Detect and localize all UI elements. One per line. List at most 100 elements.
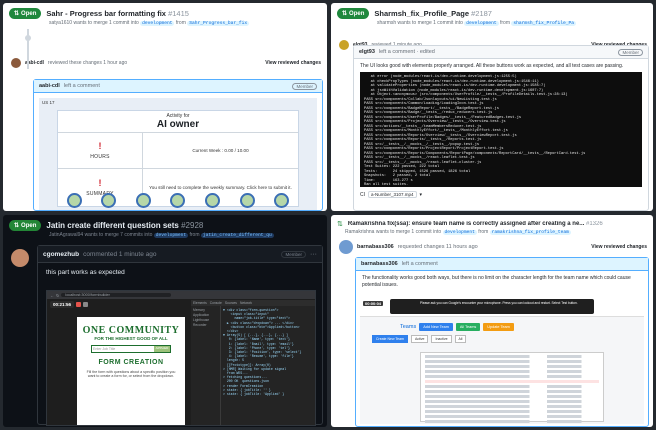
member-badge: Member [281, 250, 306, 258]
reload-icon[interactable]: ↻ [56, 293, 59, 298]
team-row[interactable] [425, 410, 599, 413]
avatar[interactable] [11, 249, 29, 267]
head-branch[interactable]: jatin_create_different_qu [200, 233, 274, 238]
team-row[interactable] [425, 380, 599, 383]
update-team-button[interactable]: Update Team [483, 323, 514, 331]
add-new-team-button[interactable]: Add New Team [419, 323, 453, 331]
badge-icon [274, 192, 290, 208]
base-branch[interactable]: development [464, 21, 499, 26]
team-row[interactable] [425, 385, 599, 388]
team-filter-tab[interactable]: Inactive [431, 335, 452, 343]
address-bar[interactable]: localhost:3000/formbuilder [61, 293, 172, 297]
job-title-input[interactable]: Enter Job Title [92, 346, 154, 352]
team-row[interactable] [425, 400, 599, 403]
back-icon[interactable]: ← [50, 293, 54, 298]
base-branch[interactable]: development [140, 21, 175, 26]
pr-subtitle: satya1610 wants to merge 1 commit into d… [49, 20, 250, 26]
recording-controls: 00:21:56 [50, 301, 89, 308]
avatar[interactable] [11, 58, 21, 68]
head-branch[interactable]: sharmsh_fix_Profile_Pa [511, 21, 577, 26]
alert-icon: ! [98, 177, 102, 188]
comment: cgomezhub commented 1 minute ago Member … [37, 245, 323, 426]
badge-icon [205, 192, 221, 208]
head-branch[interactable]: Sahr_Progress_bar_fix [187, 21, 250, 26]
review-comment: barnabass306 left a comment The function… [355, 257, 649, 427]
comment-header: cgomezhub commented 1 minute ago Member … [38, 246, 322, 263]
head-branch[interactable]: ramakrishna_fix_profile_team [489, 230, 571, 235]
applied-button[interactable]: APPLIED [154, 346, 170, 352]
team-row[interactable] [425, 375, 599, 378]
devtools-tab[interactable]: Sources [225, 301, 237, 305]
stop-icon[interactable] [76, 302, 82, 307]
screenshot-attachment[interactable]: 00:00:04 Please ask you can Google's enc… [360, 296, 644, 424]
avatar[interactable] [339, 40, 349, 50]
devtools-tab[interactable]: Elements [193, 301, 207, 305]
view-reviewed-changes-button[interactable]: View reviewed changes [591, 244, 647, 250]
pause-icon[interactable] [83, 302, 89, 307]
pr-title[interactable]: Ramakrishna fix(ssa): ensure team name i… [348, 221, 603, 227]
team-row[interactable] [425, 415, 599, 418]
reviewer-name[interactable]: barnabass306 [357, 244, 394, 250]
team-filter-tab[interactable]: Create New Team [372, 335, 408, 343]
pr-panel-progress-bar: ⇅ Open Sahr - Progress bar formatting fix… [3, 3, 327, 211]
team-filter-tab[interactable]: Active [410, 335, 429, 343]
member-badge: Member [618, 48, 643, 56]
comment-author[interactable]: cgomezhub [43, 251, 79, 258]
pr-number: #1415 [168, 9, 189, 18]
pr-subtitle: JatinAgrawal94 wants to merge 7 commits … [49, 232, 274, 238]
team-row[interactable] [425, 360, 599, 363]
view-reviewed-changes-button[interactable]: View reviewed changes [265, 60, 321, 66]
comment-text: The UI looks good with elements properly… [360, 63, 624, 69]
ci-attachment: CI a-Number_3107.mp4 ▾ [360, 191, 423, 198]
pull-request-icon: ⇅ [14, 223, 20, 229]
pr-header: ⇅ Open Jatin create different question se… [3, 215, 327, 231]
pr-header: ⇅ Ramakrishna fix(ssa): ensure team name… [331, 215, 653, 228]
comment-author[interactable]: aabi-cdl [39, 83, 60, 89]
review-line: barnabass306 requested changes 11 hours … [331, 235, 653, 254]
badge-row [57, 192, 299, 208]
app-topbar: 00:00:04 Please ask you can Google's enc… [360, 296, 644, 317]
commit-dot-icon [25, 35, 31, 41]
base-branch[interactable]: development [153, 233, 189, 238]
team-row[interactable] [425, 395, 599, 398]
pull-request-icon: ⇅ [337, 221, 343, 228]
form-builder-page: ONE COMMUNITY FOR THE HIGHEST GOOD OF AL… [77, 317, 185, 425]
more-options-icon[interactable]: ··· [310, 251, 317, 258]
pr-title[interactable]: Jatin create different question sets #29… [46, 221, 203, 230]
form-creation-heading: FORM CREATION [98, 359, 164, 366]
pr-panel-profile-page: ⇅ Open Sharmsh_fix_Profile_Page #2187 sha… [331, 3, 653, 211]
devtools-sidebar-item[interactable]: Recorder [193, 323, 218, 328]
devtools-tab[interactable]: Network [240, 301, 252, 305]
comment-text: The functionality works good both ways, … [362, 275, 631, 288]
team-row[interactable] [425, 390, 599, 393]
review-line: aabi-cdl reviewed these changes 1 hour a… [3, 52, 327, 68]
team-filter-tabs: Create New Team Active Inactive All [360, 331, 644, 343]
team-filter-tab[interactable]: All [454, 335, 467, 343]
screenshot-attachment[interactable]: US 17 Activity for AI owner ! HOURS Curr… [39, 98, 317, 210]
recording-timer: 00:21:56 [50, 301, 75, 308]
team-row[interactable] [425, 370, 599, 373]
team-row[interactable] [425, 355, 599, 358]
comment-header: elgt93 left a comment · edited Member [354, 46, 648, 59]
team-row[interactable] [425, 405, 599, 408]
all-teams-button[interactable]: All Teams [455, 323, 481, 331]
pr-title[interactable]: Sahr - Progress bar formatting fix #1415 [46, 9, 189, 18]
devtools-tab[interactable]: Console [210, 301, 222, 305]
team-row[interactable] [425, 365, 599, 368]
comment-author[interactable]: barnabass306 [361, 261, 398, 267]
pr-number: #2187 [471, 9, 492, 18]
chevron-down-icon[interactable]: ▾ [420, 192, 423, 198]
base-branch[interactable]: development [442, 230, 477, 235]
comment-author[interactable]: elgt93 [359, 49, 375, 55]
member-badge: Member [292, 82, 317, 90]
hours-row: ! HOURS Current Week : 0.00 / 10.00 [58, 133, 298, 169]
review-comment: elgt93 left a comment · edited Member Th… [353, 45, 649, 211]
badge-icon [66, 192, 82, 208]
terminal-line: Ran all test suites. [364, 183, 409, 187]
pr-title[interactable]: Sharmsh_fix_Profile_Page #2187 [374, 9, 492, 18]
browser-toolbar: ← ↻ localhost:3000/formbuilder [47, 291, 315, 299]
team-row[interactable] [425, 420, 599, 423]
screenshot-attachment[interactable]: ← ↻ localhost:3000/formbuilder 00:21:56 … [46, 290, 316, 426]
video-attachment-link[interactable]: a-Number_3107.mp4 [368, 191, 417, 198]
avatar[interactable] [339, 240, 353, 254]
